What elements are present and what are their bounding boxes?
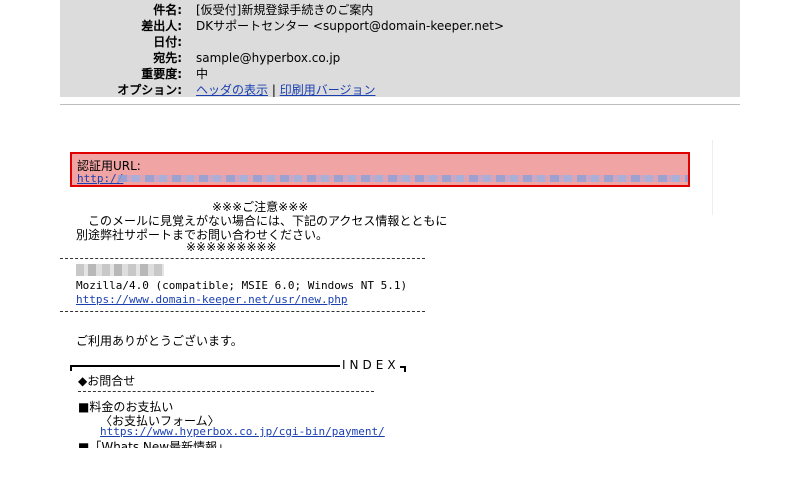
referrer-link[interactable]: https://www.domain-keeper.net/usr/new.ph… [76,293,348,306]
to-value: sample@hyperbox.co.jp [196,51,341,65]
auth-url-link[interactable]: http:// [77,172,123,185]
subject-value: [仮受付]新規登録手続きのご案内 [196,3,374,17]
subject-row: 件名: [仮受付]新規登録手続きのご案内 [60,2,740,18]
ip-address-blurred [76,264,164,276]
from-label: 差出人: [141,19,182,33]
options-links: ヘッダの表示 | 印刷用バージョン [196,82,375,98]
options-row: オプション: ヘッダの表示 | 印刷用バージョン [60,82,740,98]
user-agent: Mozilla/4.0 (compatible; MSIE 6.0; Windo… [76,279,408,292]
header-divider [60,104,740,105]
index-rule-right-cap [404,366,406,372]
options-separator: | [271,83,276,97]
index-dashed-divider [78,391,374,392]
from-value: DKサポートセンター <support@domain-keeper.net> [196,19,505,33]
date-label: 日付: [153,35,182,49]
notice-stars: ※※※※※※※※※ [186,240,277,254]
content-border [712,140,713,215]
divider-top [60,258,425,259]
priority-label: 重要度: [141,67,182,81]
priority-row: 重要度: 中 [60,66,740,82]
index-rule [70,365,340,367]
priority-value: 中 [196,67,209,81]
options-label: オプション: [117,83,182,97]
mail-header: 件名: [仮受付]新規登録手続きのご案内 差出人: DKサポートセンター <su… [60,0,740,97]
index-title: INDEX [342,358,400,372]
divider-bottom [60,311,425,312]
index-rule-left-cap [70,365,72,371]
print-version-link[interactable]: 印刷用バージョン [280,83,376,97]
thanks-text: ご利用ありがとうございます。 [76,334,243,348]
to-label: 宛先: [153,51,182,65]
auth-url-highlight: 認証用URL: http:// [70,152,690,187]
subject-label: 件名: [153,3,182,17]
auth-url-blurred [118,175,688,182]
index-item-whats-new: ■「Whats New最新情報」 [78,440,230,448]
from-row: 差出人: DKサポートセンター <support@domain-keeper.n… [60,18,740,34]
to-row: 宛先: sample@hyperbox.co.jp [60,50,740,66]
show-header-link[interactable]: ヘッダの表示 [196,83,268,97]
date-row: 日付: [60,34,740,50]
payment-form-link[interactable]: https://www.hyperbox.co.jp/cgi-bin/payme… [100,425,385,438]
index-item-contact: ◆お問合せ [78,374,136,388]
